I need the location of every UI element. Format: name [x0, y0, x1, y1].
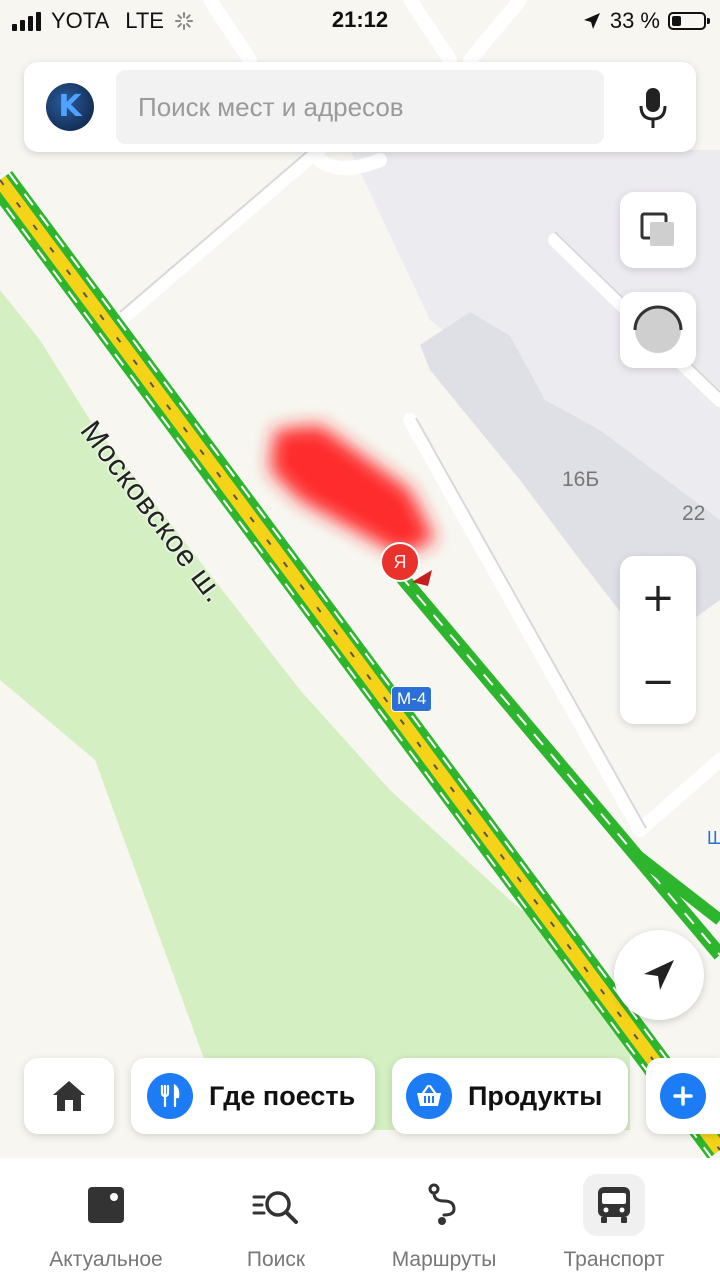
- status-bar: YOTA LTE 21:12 33 %: [0, 0, 720, 40]
- tab-search[interactable]: Поиск: [226, 1158, 326, 1280]
- route-icon: [428, 1183, 456, 1225]
- tab-label: Поиск: [246, 1248, 306, 1271]
- location-marker[interactable]: Я: [380, 542, 420, 582]
- tab-label: Актуальное: [49, 1248, 163, 1271]
- chip-food[interactable]: Где поесть: [131, 1058, 375, 1134]
- zoom-controls: + −: [620, 556, 696, 724]
- battery-icon: [668, 12, 710, 30]
- tab-label: Маршруты: [391, 1248, 497, 1271]
- building-label-16b: 16Б: [562, 468, 600, 491]
- zoom-in-button[interactable]: +: [620, 556, 696, 640]
- compass-button[interactable]: [620, 292, 696, 368]
- marker-letter: Я: [393, 552, 407, 572]
- search-card: K: [24, 62, 696, 152]
- battery-percent: 33 %: [609, 8, 660, 33]
- layers-button[interactable]: [620, 192, 696, 268]
- tab-transport[interactable]: Транспорт: [554, 1158, 674, 1280]
- plus-icon: [660, 1073, 706, 1119]
- basket-icon: [406, 1073, 452, 1119]
- chip-label: Где поесть: [209, 1080, 356, 1111]
- bus-icon: [598, 1187, 630, 1223]
- zoom-out-button[interactable]: −: [620, 640, 696, 724]
- edge-label: Ш: [707, 828, 720, 848]
- chip-more[interactable]: [646, 1058, 720, 1134]
- chip-label: Продукты: [468, 1080, 603, 1111]
- search-list-icon: [252, 1191, 298, 1224]
- news-icon: [88, 1187, 124, 1223]
- layers-icon: [640, 212, 674, 246]
- microphone-icon[interactable]: [638, 86, 668, 130]
- tab-actual[interactable]: Актуальное: [38, 1158, 174, 1280]
- chip-groceries[interactable]: Продукты: [392, 1058, 628, 1134]
- location-arrow-icon: [583, 13, 600, 29]
- search-input[interactable]: [116, 70, 604, 144]
- tab-routes[interactable]: Маршруты: [384, 1158, 504, 1280]
- fork-knife-icon: [147, 1073, 193, 1119]
- route-badge: М-4: [391, 686, 433, 712]
- tab-label: Транспорт: [563, 1248, 665, 1271]
- home-icon: [53, 1081, 85, 1111]
- navigation-arrow-icon: [644, 960, 674, 990]
- my-location-button[interactable]: [614, 930, 704, 1020]
- avatar[interactable]: K: [46, 83, 94, 131]
- compass-icon: [633, 305, 683, 353]
- building-label-22: 22: [682, 502, 706, 525]
- home-chip[interactable]: [24, 1058, 114, 1134]
- bottom-tab-bar: Актуальное Поиск Маршруты Транспорт: [0, 1158, 720, 1280]
